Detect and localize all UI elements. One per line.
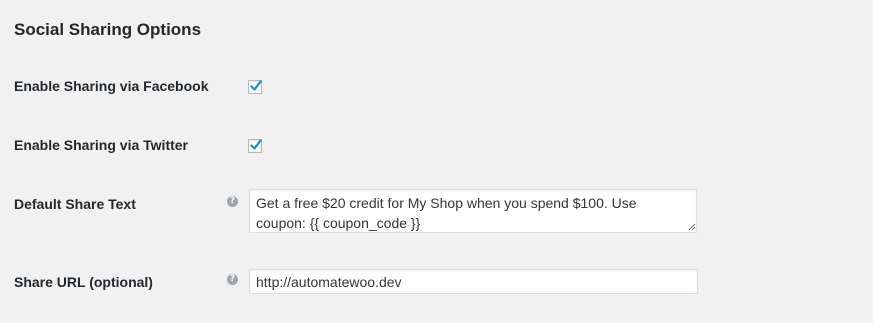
default-share-text-textarea[interactable]: Get a free $20 credit for My Shop when y… bbox=[249, 189, 697, 233]
section-title: Social Sharing Options bbox=[14, 20, 202, 39]
share-url-label: Share URL (optional) bbox=[14, 274, 153, 290]
facebook-sharing-label: Enable Sharing via Facebook bbox=[14, 78, 209, 94]
facebook-sharing-checkbox[interactable] bbox=[248, 80, 262, 94]
twitter-sharing-checkbox[interactable] bbox=[248, 139, 262, 153]
checkmark-icon bbox=[250, 80, 262, 91]
help-tip-icon[interactable]: ? bbox=[227, 196, 238, 207]
share-url-input[interactable] bbox=[249, 269, 698, 294]
resize-handle-icon[interactable] bbox=[688, 223, 696, 231]
default-share-text-label: Default Share Text bbox=[14, 196, 136, 212]
checkmark-icon bbox=[250, 139, 262, 150]
help-tip-icon[interactable]: ? bbox=[227, 274, 238, 285]
twitter-sharing-label: Enable Sharing via Twitter bbox=[14, 137, 189, 153]
